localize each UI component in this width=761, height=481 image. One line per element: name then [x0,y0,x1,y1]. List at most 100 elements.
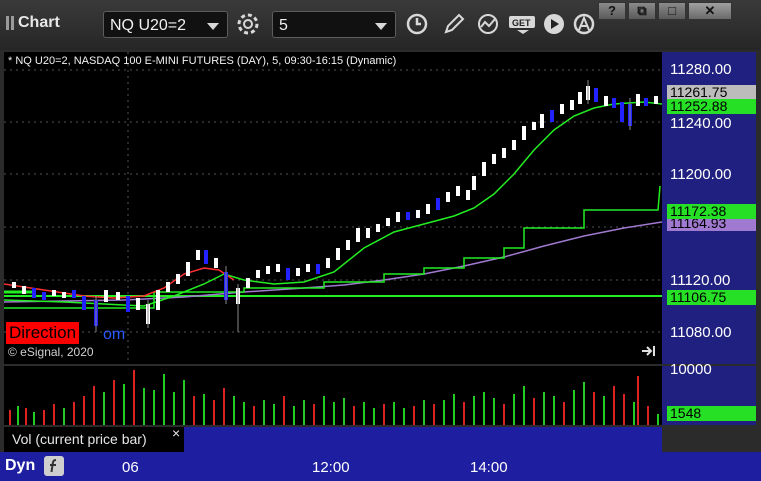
pencil-icon [444,13,465,34]
candle [246,278,250,288]
time-axis-tick: 14:00 [470,459,508,476]
price-chart-canvas [3,52,663,364]
candle [436,198,440,210]
price-axis-tick: 11200.00 [670,166,732,183]
candle [204,250,208,264]
candle [166,282,170,292]
candle [186,262,190,276]
scroll-to-end-icon[interactable] [640,344,658,358]
candle [196,250,200,260]
get-button[interactable]: GET [507,10,539,38]
study-strip [184,427,662,452]
volume-study-text: Vol (current price bar) [12,431,147,447]
symbol-description: * NQ U20=2, NASDAQ 100 E-MINI FUTURES (D… [8,55,397,67]
dynamic-label[interactable]: Dyn [5,457,35,475]
settings-button[interactable] [234,10,262,38]
candle [346,240,350,250]
alert-button[interactable] [570,10,598,38]
toolbar: Chart NQ U20=2 5 GET ? ⧉ □ ✕ [0,0,761,50]
candle [578,92,582,104]
candle [116,292,120,300]
candle [426,204,430,214]
candle [446,192,450,202]
candle [502,148,506,158]
chevron-down-icon[interactable] [375,23,387,30]
time-axis-tick: 12:00 [312,459,350,476]
copyright-notice: © eSignal, 2020 [8,345,94,359]
price-chart[interactable] [3,52,663,364]
volume-pane[interactable] [4,366,662,425]
candle [654,96,658,104]
symbol-input[interactable]: NQ U20=2 [103,11,228,38]
candle [620,102,624,122]
time-axis[interactable] [0,452,761,481]
slow-moving-average [3,221,663,303]
svg-text:GET: GET [512,18,531,28]
level-price-tag: 11106.75 [667,290,756,305]
candle [466,190,470,200]
interval-input[interactable]: 5 [272,11,396,38]
volume-bars [9,370,659,425]
fast-ma-price-tag: 11252.88 [667,99,756,114]
candle-wicks [95,80,631,332]
candle [32,288,36,298]
restore-button[interactable]: ⧉ [628,2,656,20]
interval-value: 5 [279,17,288,34]
chevron-down-icon[interactable] [207,23,219,30]
volume-axis-tick: 10000 [670,361,712,378]
candle [512,140,516,150]
studies-button[interactable] [474,10,502,38]
maximize-button[interactable]: □ [658,2,686,20]
candle [22,286,26,294]
candle [296,268,300,276]
candle [570,100,574,110]
study-icon [478,14,498,34]
time-button[interactable] [403,10,431,38]
candle [104,290,108,302]
help-button[interactable]: ? [598,2,626,20]
candle [406,212,410,220]
candle [316,264,320,274]
price-axis-tick: 11120.00 [670,272,731,289]
close-icon[interactable]: × [172,421,180,446]
candle [416,210,420,218]
symbol-value: NQ U20=2 [110,17,187,34]
candle [306,264,310,272]
formula-button[interactable] [44,456,64,476]
price-axis-tick: 11080.00 [670,324,732,341]
play-button[interactable] [540,10,568,38]
candle [12,282,16,288]
candle [52,290,56,296]
candle [472,176,476,190]
draw-button[interactable] [440,10,468,38]
close-button[interactable]: ✕ [688,2,732,20]
candle [532,122,536,130]
candle [644,98,648,106]
candle [136,298,140,310]
grip-icon[interactable] [6,16,14,30]
candle [492,154,496,164]
candle [612,98,616,108]
candle [256,270,260,278]
candle [376,224,380,232]
candle [42,292,46,300]
play-icon [544,14,564,34]
candle [594,88,598,102]
candle [156,290,160,310]
candle [72,290,76,298]
fast-moving-average [3,101,663,307]
candle [550,110,554,122]
volume-tag: 1548 [667,406,756,421]
gear-icon [237,13,259,35]
candle [396,212,400,222]
candle [214,258,218,268]
candle [560,104,564,114]
formula-icon [50,459,57,473]
watermark-suffix: om [103,326,126,343]
candle [540,114,544,128]
candle [522,126,526,140]
alert-icon [573,13,595,35]
candle [266,266,270,274]
volume-study-label[interactable]: Vol (current price bar) × [4,425,184,452]
candle [386,218,390,226]
